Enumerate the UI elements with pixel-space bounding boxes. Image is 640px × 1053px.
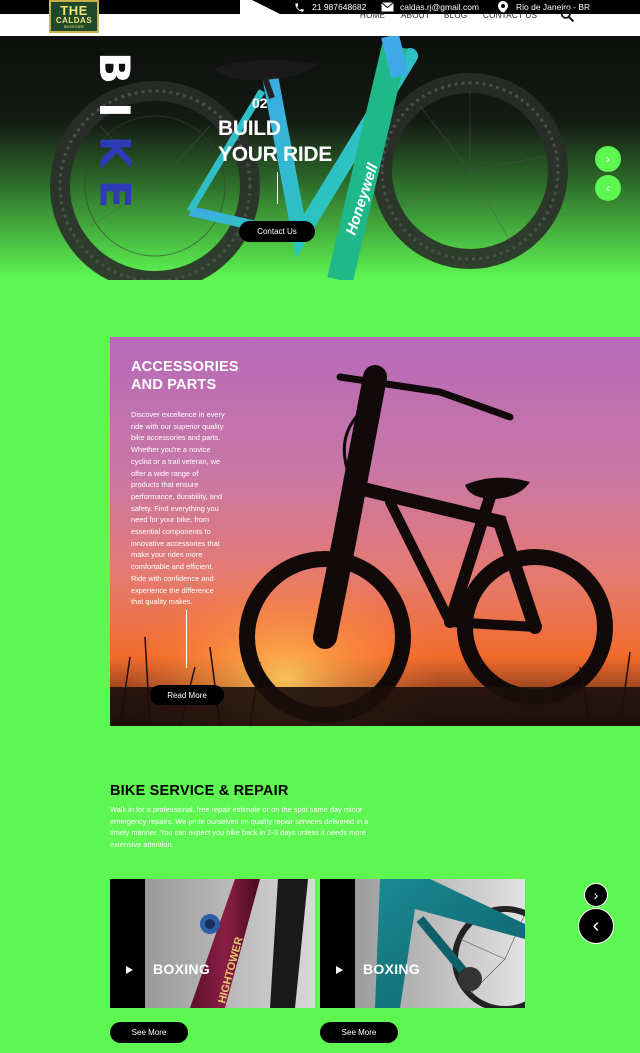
service-text-line: emergency repairs. We pride ourselves on… xyxy=(110,816,369,826)
accessories-text-line: that quality makes. xyxy=(131,597,193,607)
hero-title-line-2: YOUR RIDE xyxy=(218,143,332,166)
service-text-line: timely manner. You can expect you bike b… xyxy=(110,828,366,838)
accessories-text-line: make your rides more xyxy=(131,550,203,560)
play-icon xyxy=(336,966,343,974)
hero-divider-line xyxy=(277,172,278,204)
accessories-title: ACCESSORIES AND PARTS xyxy=(131,358,239,394)
logo-line-3: BIKESTORE xyxy=(64,24,84,29)
nav-item-home[interactable]: HOME xyxy=(360,0,385,30)
nav-item-blog[interactable]: BLOG xyxy=(444,0,467,30)
accessories-text-line: Whether you're a novice xyxy=(131,445,211,455)
service-text-line: extensive attention. xyxy=(110,840,174,850)
accessories-text-line: Discover excellence in every xyxy=(131,410,225,419)
hero-letter-e: E xyxy=(89,179,139,209)
accessories-text-line: ride with our superior quality xyxy=(131,421,224,431)
phone-contact[interactable]: 21 987648682 xyxy=(292,0,366,14)
see-more-button-2[interactable]: See More xyxy=(320,1022,398,1043)
hero-vertical-word: B I K E xyxy=(85,47,143,212)
service-card-2-image xyxy=(320,879,525,1008)
hero-title: BUILD YOUR RIDE xyxy=(218,116,332,168)
logo-line-1: THE xyxy=(60,2,88,18)
service-card-2-label: BOXING xyxy=(363,961,421,977)
accessories-text-line: essential components to xyxy=(131,527,211,537)
service-title: BIKE SERVICE & REPAIR xyxy=(110,783,289,799)
accessories-text-line: experience the difference xyxy=(131,585,214,595)
contact-us-button[interactable]: Contact Us xyxy=(239,221,315,242)
accessories-text-line: Ride with confidence and xyxy=(131,573,214,583)
nav-item-contact-us[interactable]: CONTACT US xyxy=(483,0,537,30)
play-button[interactable] xyxy=(117,958,141,982)
store-logo[interactable]: THE CALDAS BIKESTORE xyxy=(49,0,99,33)
chevron-right-icon: › xyxy=(593,887,599,903)
accessories-text-line: innovative accessories that xyxy=(131,538,220,548)
service-card-1-label: BOXING xyxy=(153,961,211,977)
service-card-1[interactable]: HIGHTOWER BOXING xyxy=(110,879,315,1008)
accessories-text-line: comfortable and efficient. xyxy=(131,562,214,572)
service-card-2[interactable]: BOXING xyxy=(320,879,525,1008)
service-text-line: Walk in for a professional, free repair … xyxy=(110,805,363,814)
hero-prev-button[interactable]: ‹ xyxy=(595,175,621,201)
accessories-title-line-1: ACCESSORIES xyxy=(131,359,239,375)
nav-item-about[interactable]: ABOUT xyxy=(401,0,430,30)
hero-title-line-1: BUILD xyxy=(218,117,281,140)
phone-number: 21 987648682 xyxy=(312,2,367,12)
hero-letter-b: B xyxy=(89,51,139,85)
phone-icon xyxy=(292,1,306,13)
accessories-text-line: bike accessories and parts. xyxy=(131,433,221,443)
accessories-text-line: offer a wide range of xyxy=(131,468,199,478)
hero-next-button[interactable]: › xyxy=(595,146,621,172)
accessories-description: Discover excellence in every ride with o… xyxy=(131,409,243,608)
accessories-text-line: need for your bike, from xyxy=(131,515,210,525)
service-card-1-image: HIGHTOWER xyxy=(110,879,315,1008)
accessories-text-line: cyclist or a trail veteran, we xyxy=(131,456,221,466)
accessories-text-line: safety. Find everything you xyxy=(131,503,219,513)
logo-line-2: CALDAS xyxy=(55,15,93,25)
service-prev-button[interactable]: ‹ xyxy=(578,908,614,944)
chevron-left-icon: ‹ xyxy=(606,181,610,195)
hero-letter-k: K xyxy=(89,135,139,169)
chevron-left-icon: ‹ xyxy=(592,914,600,937)
hero-letter-i: I xyxy=(89,102,139,118)
accessories-text-line: products that ensure xyxy=(131,480,199,490)
search-icon[interactable] xyxy=(560,8,574,22)
chevron-right-icon: › xyxy=(606,152,610,166)
accessories-divider-line xyxy=(186,610,187,668)
service-next-button[interactable]: › xyxy=(584,883,608,907)
accessories-title-line-2: AND PARTS xyxy=(131,377,217,393)
play-button[interactable] xyxy=(327,958,351,982)
play-icon xyxy=(126,966,133,974)
hero-slide-number: 02 xyxy=(252,95,268,111)
accessories-text-line: performance, durability, and xyxy=(131,491,223,501)
see-more-button-1[interactable]: See More xyxy=(110,1022,188,1043)
read-more-button[interactable]: Read More xyxy=(150,685,224,705)
service-description: Walk in for a professional, free repair … xyxy=(110,804,410,851)
